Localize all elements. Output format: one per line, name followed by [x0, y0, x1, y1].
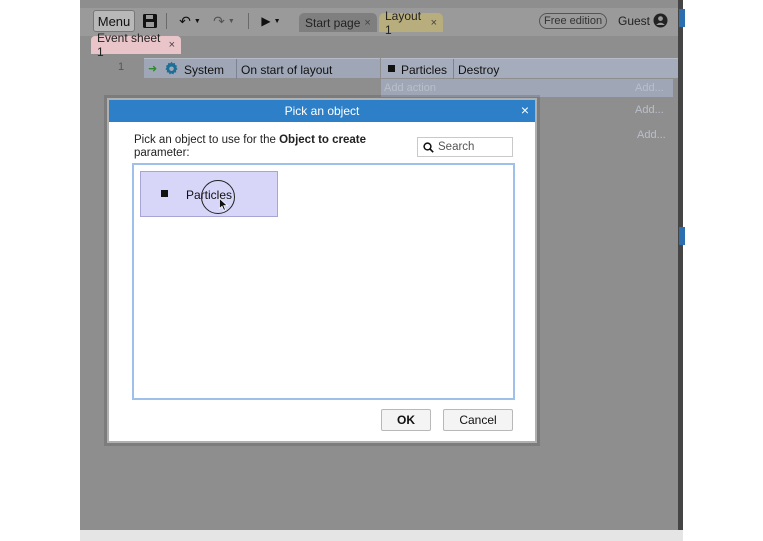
search-box[interactable]	[417, 137, 513, 157]
tab-label: Layout 1	[385, 8, 422, 37]
toolbar-divider	[166, 13, 167, 29]
tab-start-page[interactable]: Start page ×	[299, 13, 377, 32]
search-input[interactable]	[438, 141, 508, 153]
dialog-titlebar[interactable]: Pick an object ×	[109, 100, 535, 122]
action-block[interactable]: Particles Destroy	[381, 58, 683, 79]
list-item[interactable]: Particles	[140, 171, 278, 217]
right-panel-tab[interactable]	[679, 227, 685, 245]
right-panel-edge	[678, 0, 683, 530]
action-object-label: Particles	[401, 63, 448, 77]
right-panel-tab[interactable]	[679, 9, 685, 27]
prompt-parameter-name: Object to create	[279, 134, 367, 146]
dialog-prompt: Pick an object to use for the Object to …	[134, 134, 394, 160]
save-icon[interactable]	[142, 13, 158, 29]
toolbar-divider	[248, 13, 249, 29]
undo-button[interactable]: ↶ ▼	[176, 12, 204, 30]
sprite-square-icon	[388, 65, 395, 72]
pick-object-dialog: Pick an object × Pick an object to use f…	[107, 98, 537, 443]
event-number: 1	[118, 61, 125, 73]
prompt-text: Pick an object to use for the	[134, 134, 280, 146]
click-indicator	[201, 180, 235, 214]
close-icon[interactable]: ×	[431, 17, 437, 29]
action-label: Destroy	[458, 63, 500, 77]
menu-button[interactable]: Menu	[93, 10, 135, 32]
user-label[interactable]: Guest	[618, 14, 650, 28]
sprite-square-icon	[161, 190, 168, 197]
dialog-title: Pick an object	[284, 104, 360, 118]
close-icon[interactable]: ×	[169, 39, 175, 51]
status-bar	[80, 530, 683, 541]
main-toolbar: Menu ↶ ▼ ↷ ▼ ▶ ▼ Start page × Layout 1 × Fr…	[80, 8, 683, 37]
tab-event-sheet-1[interactable]: Event sheet 1 ×	[91, 31, 181, 59]
chevron-down-icon: ▼	[193, 17, 201, 25]
tab-layout-1[interactable]: Layout 1 ×	[379, 9, 443, 37]
cancel-button[interactable]: Cancel	[443, 409, 513, 431]
tab-label: Start page	[305, 15, 361, 30]
preview-button[interactable]: ▶ ▼	[258, 12, 284, 30]
condition-object-label: System	[184, 63, 225, 77]
event-row[interactable]: 1 ➜ System On start of layout Particles …	[90, 58, 683, 79]
chevron-down-icon: ▼	[273, 17, 281, 25]
cursor-icon	[219, 197, 229, 211]
undo-icon: ↶	[179, 12, 191, 29]
redo-icon: ↷	[213, 12, 225, 29]
add-link[interactable]: Add...	[635, 104, 664, 116]
user-avatar-icon[interactable]	[653, 13, 668, 28]
add-link[interactable]: Add...	[635, 82, 664, 94]
condition-label: On start of layout	[241, 63, 333, 77]
object-list[interactable]: Particles	[132, 163, 515, 400]
ok-button[interactable]: OK	[381, 409, 431, 431]
tab-label: Event sheet 1	[97, 31, 161, 59]
gear-icon	[164, 61, 179, 76]
chevron-down-icon: ▼	[227, 17, 235, 25]
add-action-row[interactable]: Add action Add...	[381, 79, 673, 97]
redo-button[interactable]: ↷ ▼	[210, 12, 238, 30]
add-action-link[interactable]: Add action	[384, 82, 436, 94]
close-icon[interactable]: ×	[521, 103, 529, 117]
close-icon[interactable]: ×	[364, 17, 370, 29]
add-link[interactable]: Add...	[637, 129, 666, 141]
play-icon: ▶	[261, 14, 271, 28]
divider	[453, 59, 454, 79]
prompt-text: parameter:	[134, 147, 190, 159]
arrow-right-icon: ➜	[148, 63, 158, 75]
condition-block[interactable]: ➜ System On start of layout	[144, 58, 380, 79]
search-icon	[423, 142, 434, 153]
edition-badge[interactable]: Free edition	[539, 13, 608, 29]
divider	[236, 59, 237, 79]
